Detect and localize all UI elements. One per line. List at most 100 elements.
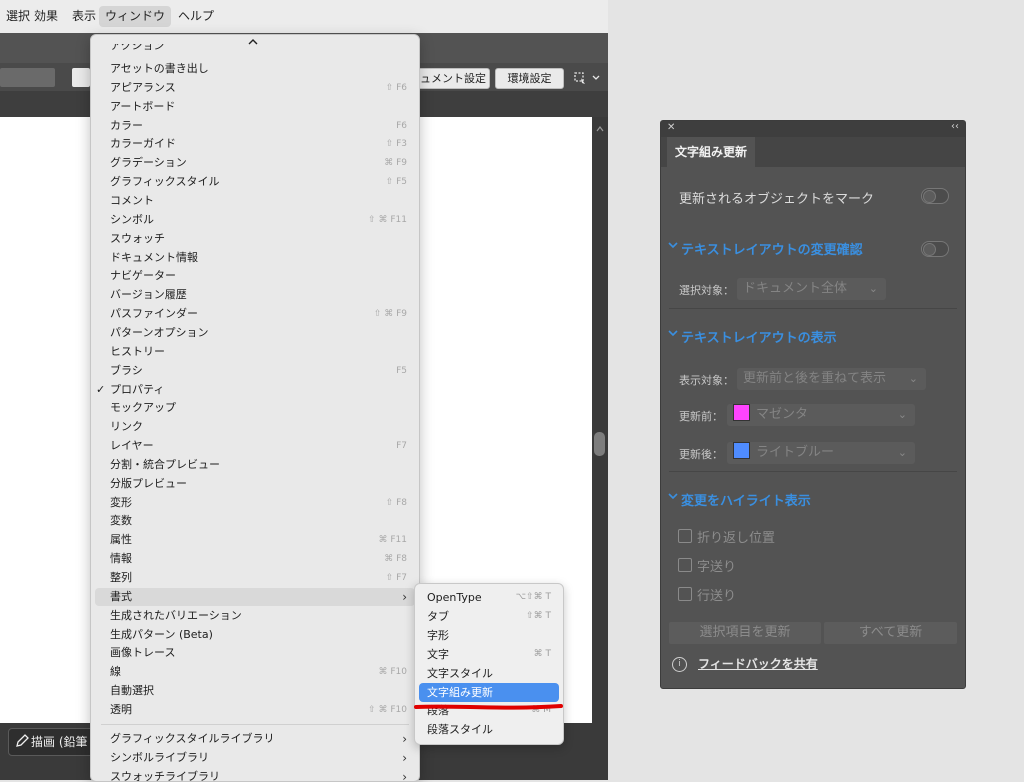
menu-item[interactable]: 生成されたバリエーション	[91, 607, 419, 625]
menu-item[interactable]: シンボル ⇧ ⌘ F11	[91, 211, 419, 229]
submenu-item[interactable]: 文字組み更新	[419, 682, 559, 702]
menu-item[interactable]: グラデーション ⌘ F9	[91, 154, 419, 172]
menu-item-label: 透明	[110, 702, 132, 716]
draw-mode-button[interactable]: 描画 (鉛筆	[8, 728, 102, 756]
section-display-title[interactable]: テキストレイアウトの表示	[681, 327, 837, 346]
window-menu: アクション アセットの書き出し アピアランス ⇧ F6 アートボード カラー F6 カラーガ…	[90, 34, 420, 782]
target-value: ドキュメント全体	[743, 281, 848, 296]
submenu-item[interactable]: 文字スタイル	[419, 664, 559, 683]
chevron-down-icon[interactable]	[667, 490, 679, 502]
submenu-item-label: 段落スタイル	[427, 723, 493, 737]
submenu-item-label: 文字	[427, 647, 449, 661]
arrange-icon[interactable]	[572, 69, 600, 87]
menu-item[interactable]: コメント	[91, 192, 419, 210]
section-highlight-title[interactable]: 変更をハイライト表示	[681, 490, 811, 509]
menu-item[interactable]: アートボード	[91, 98, 419, 116]
menu-item-label: 生成されたバリエーション	[110, 608, 242, 622]
section-confirm-title[interactable]: テキストレイアウトの変更確認	[681, 239, 863, 258]
menu-item-label: レイヤー	[110, 439, 154, 452]
menu-item-label: コメント	[110, 194, 154, 207]
menu-item[interactable]: 情報 ⌘ F8	[91, 550, 419, 568]
display-target-label: 表示対象：	[679, 374, 734, 387]
stroke-field[interactable]	[0, 68, 55, 87]
menu-item[interactable]: パターンオプション	[91, 324, 419, 342]
menu-item[interactable]: ✓ プロパティ	[91, 381, 419, 399]
menu-item-label: 属性	[110, 533, 132, 547]
menu-item[interactable]: 変数	[91, 512, 419, 530]
menu-item[interactable]: アセットの書き出し	[91, 60, 419, 78]
menu-item[interactable]: スウォッチ	[91, 230, 419, 248]
menu-window[interactable]: ウィンドウ	[99, 6, 172, 27]
menu-item[interactable]: カラーガイド ⇧ F3	[91, 135, 419, 153]
menu-item[interactable]: ナビゲーター	[91, 267, 419, 285]
menu-item-label: 変数	[110, 514, 132, 528]
document-setup-button[interactable]: ュメント設定	[416, 68, 490, 89]
chevron-down-icon: ⌄	[868, 282, 878, 295]
menu-item[interactable]: 生成パターン (Beta)	[91, 626, 419, 644]
menu-item[interactable]: 書式 ›	[95, 587, 415, 606]
menu-item[interactable]: 分割・統合プレビュー	[91, 456, 419, 474]
menu-item[interactable]: 画像トレース	[91, 644, 419, 662]
update-all-button[interactable]: すべて更新	[824, 622, 957, 644]
share-feedback-link[interactable]: フィードバックを共有	[698, 655, 818, 672]
panel-tab[interactable]: 文字組み更新	[667, 137, 756, 167]
leading-checkbox[interactable]	[678, 587, 692, 601]
menu-item[interactable]: リンク	[91, 418, 419, 436]
scrollbar-thumb[interactable]	[594, 432, 605, 456]
menu-item[interactable]: ヒストリー	[91, 343, 419, 361]
menu-item[interactable]: 線 ⌘ F10	[91, 663, 419, 681]
submenu-item-shortcut: ⌘ T	[533, 648, 551, 659]
menu-item[interactable]: モックアップ	[91, 399, 419, 417]
chevron-down-icon: ⌄	[908, 372, 918, 385]
menu-item-shortcut: ⇧ ⌘ F10	[368, 704, 407, 715]
menu-item[interactable]: 変形 ⇧ F8	[91, 494, 419, 512]
menu-item[interactable]: パスファインダー ⇧ ⌘ F9	[91, 305, 419, 323]
panel-titlebar[interactable]: ✕ ‹‹	[661, 121, 965, 137]
menu-item[interactable]: 透明 ⇧ ⌘ F10	[91, 701, 419, 719]
submenu-item[interactable]: タブ ⇧⌘ T	[419, 607, 559, 626]
display-target-dropdown[interactable]: 更新前と後を重ねて表示 ⌄	[737, 368, 926, 390]
library-menu-item[interactable]: グラフィックスタイルライブラリ ›	[91, 730, 419, 748]
tracking-checkbox[interactable]	[678, 558, 692, 572]
menu-item[interactable]: グラフィックスタイル ⇧ F5	[91, 173, 419, 191]
submenu-item-shortcut: ⌥⇧⌘ T	[515, 592, 551, 602]
menu-item[interactable]: ドキュメント情報	[91, 249, 419, 267]
chevron-down-icon[interactable]	[667, 239, 679, 251]
confirm-toggle[interactable]	[921, 241, 949, 257]
menu-item-shortcut: ⇧ ⌘ F9	[373, 309, 407, 320]
menu-item[interactable]: 分版プレビュー	[91, 475, 419, 493]
menu-item-actions-partial[interactable]: アクション	[110, 44, 164, 52]
collapse-icon[interactable]: ‹‹	[951, 121, 959, 132]
scroll-up-icon[interactable]	[596, 122, 604, 132]
menu-item[interactable]: 自動選択	[91, 682, 419, 700]
before-color-dropdown[interactable]: マゼンタ ⌄	[727, 404, 915, 426]
after-color-dropdown[interactable]: ライトブルー ⌄	[727, 442, 915, 464]
submenu-item[interactable]: 字形	[419, 626, 559, 645]
close-icon[interactable]: ✕	[667, 122, 675, 133]
target-dropdown[interactable]: ドキュメント全体 ⌄	[737, 278, 886, 300]
menu-item-shortcut: ⌘ F11	[378, 535, 408, 546]
menu-item[interactable]: 属性 ⌘ F11	[91, 531, 419, 549]
menu-view[interactable]: 表示	[66, 6, 102, 27]
menu-help[interactable]: ヘルプ	[172, 6, 220, 27]
submenu-item[interactable]: 文字 ⌘ T	[419, 645, 559, 664]
submenu-item[interactable]: 段落スタイル	[419, 720, 559, 739]
submenu-item[interactable]: OpenType ⌥⇧⌘ T	[419, 588, 559, 607]
mark-updated-toggle[interactable]	[921, 188, 949, 204]
menu-item[interactable]: アピアランス ⇧ F6	[91, 79, 419, 97]
style-swatch[interactable]	[72, 68, 90, 87]
chevron-down-icon[interactable]	[667, 327, 679, 339]
menu-item[interactable]: バージョン履歴	[91, 286, 419, 304]
menu-item[interactable]: ブラシ F5	[91, 362, 419, 380]
update-selected-button[interactable]: 選択項目を更新	[669, 622, 821, 644]
type-submenu: OpenType ⌥⇧⌘ T タブ ⇧⌘ T 字形文字 ⌘ T 文字スタイル 文字組み更新段落…	[414, 583, 564, 745]
menu-bar: 選択 効果 表示 ウィンドウ ヘルプ	[0, 0, 608, 33]
menu-item[interactable]: レイヤー F7	[91, 437, 419, 455]
menu-item[interactable]: カラー F6	[91, 117, 419, 135]
menu-item[interactable]: 整列 ⇧ F7	[91, 569, 419, 587]
menu-effect[interactable]: 効果	[28, 6, 64, 27]
preferences-button[interactable]: 環境設定	[495, 68, 564, 89]
library-menu-item[interactable]: シンボルライブラリ ›	[91, 749, 419, 767]
menu-item-label: グラフィックスタイル	[110, 175, 220, 189]
wrap-checkbox[interactable]	[678, 529, 692, 543]
